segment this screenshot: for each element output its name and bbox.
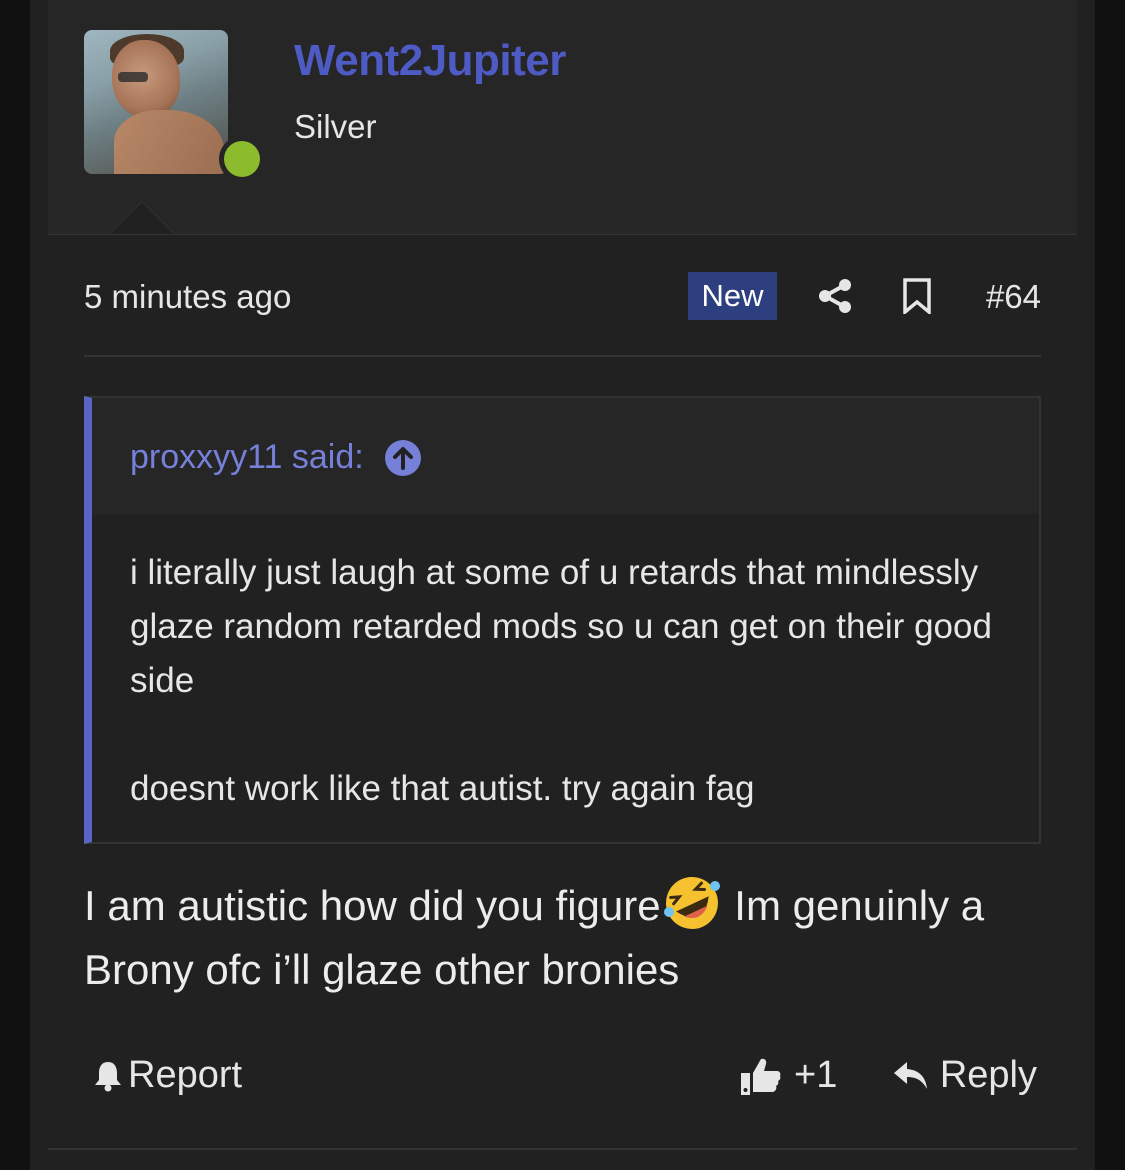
quote-author-link[interactable]: proxxyy11 said: (130, 438, 422, 477)
quote-content: i literally just laugh at some of u reta… (130, 546, 1010, 816)
quote-author-label: proxxyy11 said: (130, 438, 364, 476)
avatar-glasses (118, 72, 148, 82)
reply-label: Reply (939, 1054, 1037, 1096)
avatar[interactable] (84, 30, 228, 174)
meta-divider (84, 355, 1041, 357)
like-count: +1 (794, 1054, 838, 1096)
post-timestamp[interactable]: 5 minutes ago (84, 278, 291, 316)
new-badge: New (688, 272, 777, 320)
post-number-link[interactable]: #64 (986, 278, 1041, 316)
online-status-indicator (219, 136, 265, 182)
quote-block: proxxyy11 said: i literally just laugh a… (84, 396, 1041, 844)
thumbs-up-icon (741, 1058, 781, 1095)
like-button[interactable]: +1 (740, 1054, 837, 1097)
quote-paragraph: doesnt work like that autist. try again … (130, 769, 755, 808)
post-bottom-divider (48, 1148, 1077, 1150)
reply-arrow-icon (893, 1061, 927, 1089)
quote-header: proxxyy11 said: (92, 398, 1039, 514)
rolling-on-floor-laughing-emoji (663, 877, 720, 929)
report-label: Report (128, 1054, 243, 1096)
bell-icon (95, 1061, 121, 1091)
header-pointer (110, 202, 174, 234)
bookmark-icon[interactable] (902, 278, 932, 314)
avatar-body (114, 110, 224, 174)
post-message: I am autistic how did you figure Im genu… (84, 872, 1044, 1002)
post-actions-bar: Report +1 Reply (84, 1050, 1041, 1102)
report-button[interactable]: Report (92, 1054, 242, 1097)
forum-post: Went2Jupiter Silver 5 minutes ago New #6… (30, 0, 1095, 1170)
share-icon[interactable] (817, 278, 853, 314)
quote-paragraph: i literally just laugh at some of u reta… (130, 553, 992, 700)
message-text-start: I am autistic how did you figure (84, 882, 661, 929)
author-username[interactable]: Went2Jupiter (294, 36, 566, 86)
reply-button[interactable]: Reply (892, 1054, 1037, 1097)
post-author-header: Went2Jupiter Silver (48, 0, 1077, 235)
arrow-up-circle-icon[interactable] (384, 439, 422, 477)
author-rank: Silver (294, 108, 377, 145)
post-meta-bar: 5 minutes ago New #64 (84, 272, 1041, 322)
